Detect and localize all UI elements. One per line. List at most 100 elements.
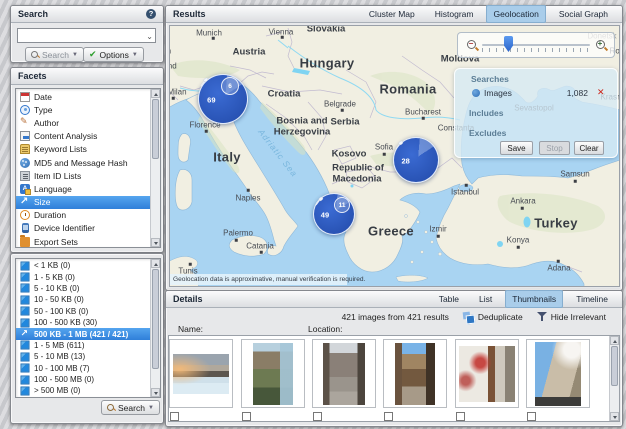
thumbnail-image[interactable] [459, 346, 515, 402]
thumbnail-card[interactable] [241, 339, 305, 408]
search-button[interactable]: Search ▼ [25, 47, 84, 62]
help-icon[interactable]: ? [146, 9, 156, 19]
size-item-label: 5 - 10 KB (0) [34, 284, 79, 293]
facet-item[interactable]: Keyword Lists [16, 143, 150, 156]
thumbnail-checkbox[interactable] [242, 412, 251, 421]
thumbnail-checkbox[interactable] [527, 412, 536, 421]
size-list-item[interactable]: 500 KB - 1 MB (421 / 421) [16, 328, 150, 339]
clear-button[interactable]: Clear [574, 141, 604, 155]
thumbnail-image[interactable] [323, 343, 365, 405]
city-dot [422, 117, 425, 120]
scrollbar-thumb[interactable] [152, 269, 159, 369]
thumbnail-card[interactable] [526, 339, 590, 408]
excludes-label: Excludes [469, 128, 506, 138]
size-list-item[interactable]: < 1 KB (0) [16, 260, 150, 271]
hide-irrelevant-button[interactable]: Hide Irrelevant [537, 312, 606, 322]
thumbnail-image[interactable] [535, 342, 581, 406]
facet-item[interactable]: Duration [16, 209, 150, 222]
thumbnail-checkbox[interactable] [313, 412, 322, 421]
results-tab[interactable]: Cluster Map [362, 5, 422, 23]
search-input[interactable]: ⌄ [17, 28, 156, 43]
size-list-item[interactable]: 5 - 10 MB (13) [16, 351, 150, 362]
facet-item[interactable]: Device Identifier [16, 222, 150, 235]
size-list-item[interactable]: 1 - 5 MB (611) [16, 340, 150, 351]
scroll-up-icon[interactable] [151, 259, 160, 268]
city-dot [205, 130, 208, 133]
scrollbar[interactable] [150, 89, 160, 247]
thumbnail-checkbox[interactable] [384, 412, 393, 421]
zoom-slider-track[interactable] [482, 44, 590, 46]
remove-search-icon[interactable]: ✕ [597, 87, 605, 98]
facet-item-label: Device Identifier [34, 223, 95, 233]
details-tab[interactable]: Timeline [569, 290, 615, 308]
facet-item[interactable]: Content Analysis [16, 130, 150, 143]
results-tab[interactable]: Social Graph [552, 5, 615, 23]
save-button[interactable]: Save [500, 141, 533, 155]
thumbnail-cell [526, 336, 590, 421]
results-tab[interactable]: Geolocation [486, 5, 545, 23]
results-tab[interactable]: Histogram [428, 5, 481, 23]
details-tab[interactable]: List [472, 290, 499, 308]
chevron-down-icon[interactable]: ⌄ [146, 32, 153, 41]
facet-item[interactable]: A Language [16, 182, 150, 195]
cluster-count: 28 [401, 156, 409, 165]
stop-button[interactable]: Stop [539, 141, 570, 155]
size-list-item[interactable]: 10 - 100 MB (7) [16, 363, 150, 374]
thumbnail-checkbox[interactable] [170, 412, 179, 421]
scrollbar-thumb[interactable] [611, 346, 618, 386]
facet-item[interactable]: Author [16, 116, 150, 129]
facet-item[interactable]: Size [16, 196, 150, 209]
details-tab[interactable]: Thumbnails [505, 290, 563, 308]
size-list-item[interactable]: 100 - 500 KB (30) [16, 317, 150, 328]
size-search-button[interactable]: Search ▼ [101, 400, 160, 415]
thumbnail-cell [241, 336, 305, 421]
geolocation-map[interactable]: SlovakiaMunichViennaAustriaZurichSwitzer… [169, 25, 620, 287]
size-list-item[interactable]: 10 - 50 KB (0) [16, 294, 150, 305]
details-panel-header: Details TableListThumbnailsTimeline [166, 291, 622, 308]
thumbnail-image[interactable] [173, 354, 229, 394]
size-list-item[interactable]: 50 - 100 KB (0) [16, 306, 150, 317]
thumbnail-checkbox[interactable] [456, 412, 465, 421]
scrollbar[interactable] [609, 336, 619, 421]
facet-item[interactable]: Type [16, 103, 150, 116]
facet-item[interactable]: Export Sets [16, 235, 150, 248]
scroll-down-icon[interactable] [151, 238, 160, 247]
deduplicate-button[interactable]: Deduplicate [463, 312, 523, 322]
md5-icon [20, 158, 30, 168]
zoom-out-icon[interactable]: − [466, 39, 479, 52]
facet-item[interactable]: Item ID Lists [16, 169, 150, 182]
facet-item[interactable]: Date [16, 90, 150, 103]
thumbnail-image[interactable] [253, 343, 293, 405]
thumbnail-card[interactable] [312, 339, 376, 408]
subcluster-count: 6 [228, 83, 232, 90]
thumbnail-cell [169, 336, 233, 421]
thumbnail-card[interactable] [383, 339, 447, 408]
thumbnail-image[interactable] [395, 343, 435, 405]
facet-item[interactable]: MD5 and Message Hash [16, 156, 150, 169]
scrollbar[interactable] [150, 259, 160, 397]
size-list-item[interactable]: 100 - 500 MB (0) [16, 374, 150, 385]
scroll-up-icon[interactable] [610, 336, 619, 345]
geo-subcluster-marker[interactable]: 11 [334, 197, 350, 213]
city-dot [341, 109, 344, 112]
geo-cluster-marker[interactable]: 28 [393, 137, 439, 183]
zoom-in-icon[interactable]: + [595, 39, 608, 52]
details-tabs: Table List Thumbnails Timeline [432, 290, 615, 308]
thumbnail-card[interactable] [455, 339, 519, 408]
size-list-item[interactable]: 5 - 10 KB (0) [16, 283, 150, 294]
thumbnail-card[interactable] [169, 339, 233, 408]
scroll-down-icon[interactable] [151, 388, 160, 397]
size-list-item[interactable]: 1 - 5 KB (0) [16, 271, 150, 282]
details-tab[interactable]: Table [432, 290, 466, 308]
application-window: Search ? ⌄ Search ▼ ✔ Options ▼ Facets [0, 0, 626, 429]
size-list-item[interactable]: > 500 MB (0) [16, 385, 150, 396]
scrollbar-thumb[interactable] [152, 99, 159, 159]
scroll-down-icon[interactable] [610, 412, 619, 421]
author-icon [20, 118, 30, 128]
results-panel: Results Cluster MapHistogramGeolocationS… [165, 5, 623, 291]
scroll-up-icon[interactable] [151, 89, 160, 98]
geo-subcluster-marker[interactable]: 6 [221, 77, 239, 95]
geo-cluster-marker[interactable]: 49 [313, 193, 355, 235]
size-item-label: 500 KB - 1 MB (421 / 421) [34, 330, 128, 339]
options-button[interactable]: ✔ Options ▼ [83, 47, 144, 62]
